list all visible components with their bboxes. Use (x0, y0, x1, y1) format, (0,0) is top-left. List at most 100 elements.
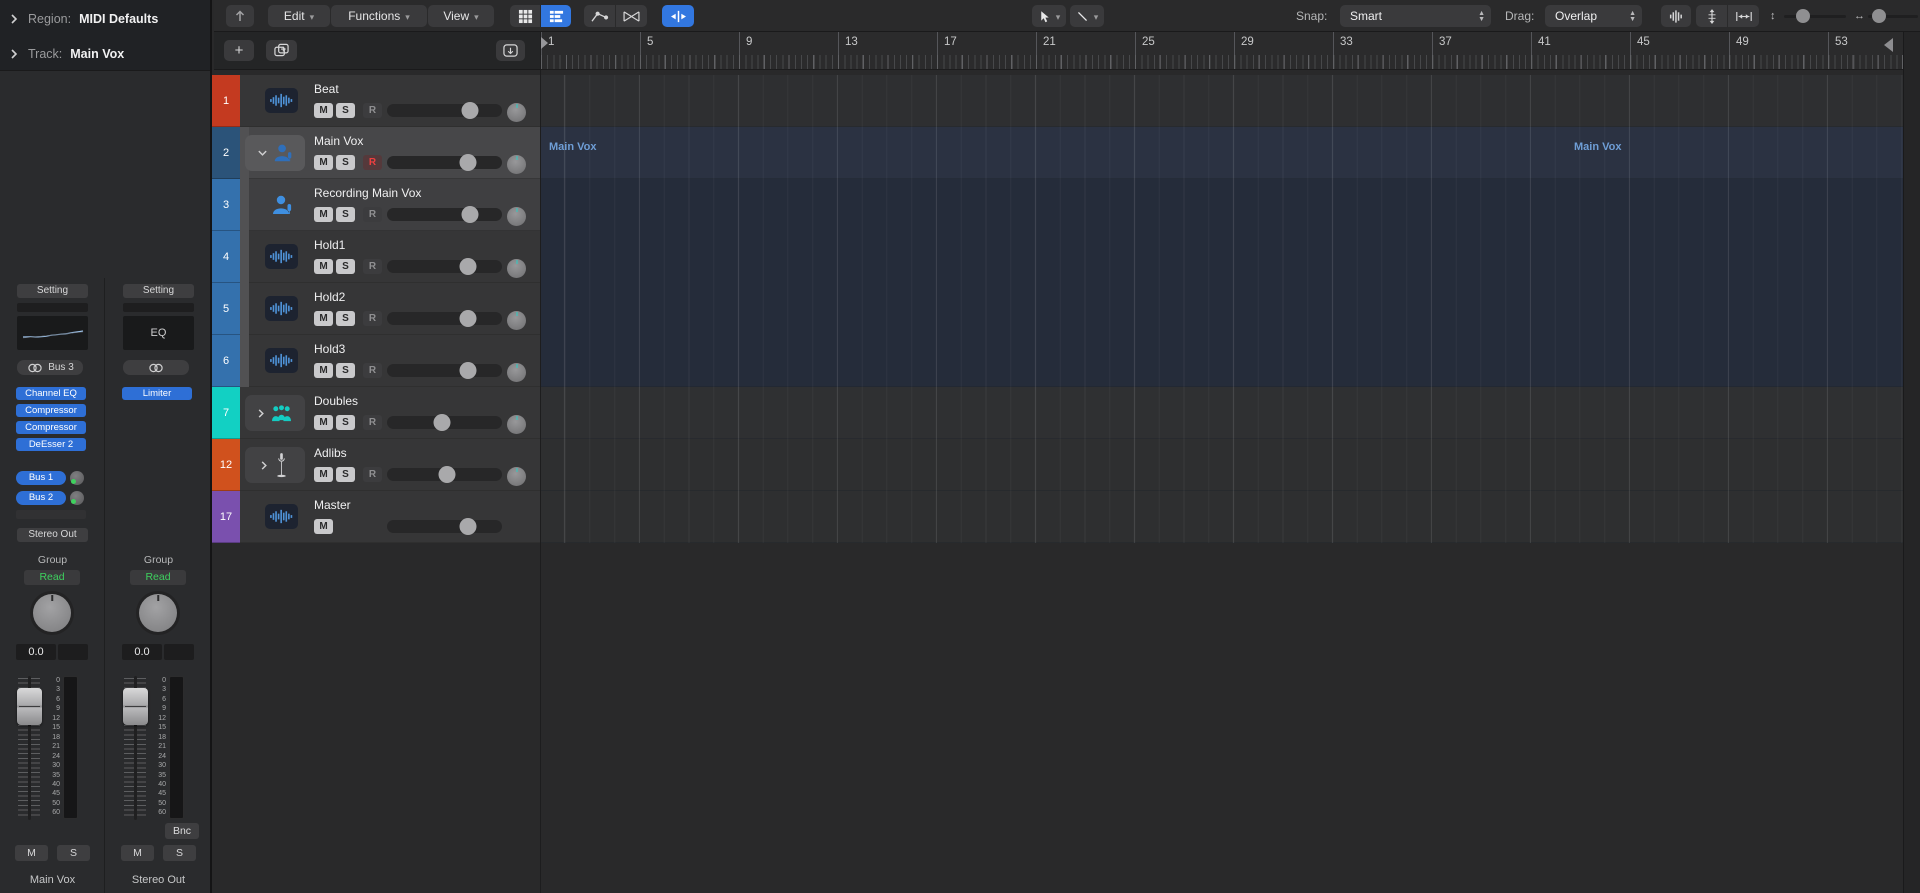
slider-thumb[interactable] (459, 258, 476, 275)
record-enable-button[interactable]: R (363, 467, 382, 482)
slider-thumb[interactable] (433, 414, 451, 431)
pan-knob[interactable] (139, 594, 177, 632)
track-header-config-button[interactable] (496, 40, 525, 61)
solo-button[interactable]: S (336, 311, 355, 326)
slider-thumb[interactable] (461, 206, 479, 223)
automation-button[interactable] (584, 5, 615, 27)
pointer-tool-button[interactable]: ▾ (1032, 5, 1066, 27)
track-name[interactable]: Adlibs (314, 446, 347, 460)
mute-button[interactable]: M (314, 311, 333, 326)
snap-dropdown[interactable]: Smart ▲ ▼ (1340, 5, 1491, 27)
track-pan-knob[interactable] (507, 259, 526, 278)
record-enable-button[interactable]: R (363, 311, 382, 326)
view-menu-button[interactable]: View ▾ (428, 5, 494, 27)
solo-button[interactable]: S (336, 155, 355, 170)
solo-button[interactable]: S (336, 467, 355, 482)
eq-thumbnail[interactable] (17, 316, 88, 350)
send-slot[interactable]: Bus 2 (16, 491, 66, 505)
track-header-doubles[interactable]: 7 Doubles M S R (212, 387, 540, 439)
send-level-knob[interactable] (70, 491, 84, 505)
send-level-knob[interactable] (70, 471, 84, 485)
lane-beat[interactable] (541, 75, 1903, 127)
mute-button[interactable]: M (314, 415, 333, 430)
slider-thumb[interactable] (459, 362, 476, 379)
mute-button[interactable]: M (314, 467, 333, 482)
horizontal-auto-zoom-button[interactable] (1728, 5, 1759, 27)
track-name[interactable]: Hold3 (314, 342, 345, 356)
vertical-scrollbar-track[interactable] (1903, 32, 1920, 893)
volume-value[interactable]: 0.0 (16, 644, 56, 660)
mute-button[interactable]: M (314, 103, 333, 118)
solo-button[interactable]: S (336, 415, 355, 430)
input-button[interactable]: Bus 3 (17, 360, 83, 375)
solo-button[interactable]: S (163, 845, 196, 861)
mute-button[interactable]: M (314, 519, 333, 534)
automation-mode-button[interactable]: Read (130, 570, 186, 585)
pan-knob[interactable] (33, 594, 71, 632)
track-volume-slider[interactable] (387, 102, 502, 119)
output-button[interactable]: Stereo Out (17, 528, 88, 542)
group-label[interactable]: Group (106, 554, 211, 566)
track-name[interactable]: Master (314, 498, 351, 512)
record-enable-button[interactable]: R (363, 155, 382, 170)
record-enable-button[interactable]: R (363, 103, 382, 118)
disclosure-chevron-right-icon[interactable] (260, 460, 268, 471)
playhead-marker[interactable] (541, 37, 548, 49)
send-slot[interactable]: Bus 1 (16, 471, 66, 485)
plugin-slot[interactable]: Channel EQ (16, 387, 86, 400)
slider-thumb[interactable] (461, 102, 479, 119)
edit-menu-button[interactable]: Edit ▾ (268, 5, 330, 27)
region-main-vox-1[interactable]: Main Vox (549, 141, 596, 153)
grid-view-button[interactable] (510, 5, 540, 27)
volume-fader[interactable] (123, 688, 148, 725)
track-volume-slider[interactable] (387, 414, 502, 431)
add-track-button[interactable]: + (224, 40, 254, 61)
track-pan-knob[interactable] (507, 311, 526, 330)
lane-main-vox[interactable] (541, 127, 1903, 179)
track-icon-box[interactable] (245, 447, 305, 483)
track-volume-slider[interactable] (387, 154, 502, 171)
plugin-slot[interactable]: DeEsser 2 (16, 438, 86, 451)
project-end-marker[interactable] (1884, 38, 1893, 52)
track-number[interactable]: 12 (212, 439, 240, 491)
mute-button[interactable]: M (314, 207, 333, 222)
track-name[interactable]: Main Vox (314, 134, 363, 148)
mute-button[interactable]: M (314, 155, 333, 170)
volume-value[interactable]: 0.0 (122, 644, 162, 660)
lane-main-vox-subtracks[interactable] (541, 179, 1903, 387)
track-number[interactable]: 4 (212, 231, 240, 283)
track-header-adlibs[interactable]: 12 Adlibs M S R (212, 439, 540, 491)
plugin-slot[interactable]: Limiter (122, 387, 192, 400)
track-volume-slider[interactable] (387, 362, 502, 379)
solo-button[interactable]: S (336, 363, 355, 378)
track-name[interactable]: Hold1 (314, 238, 345, 252)
track-pan-knob[interactable] (507, 467, 526, 486)
vertical-zoom-slider[interactable]: ↕ (1770, 9, 1846, 23)
slider-thumb[interactable] (459, 154, 476, 171)
track-header-hold2[interactable]: 5 Hold2 M S R (212, 283, 540, 335)
region-main-vox-2[interactable]: Main Vox (1574, 141, 1621, 153)
track-icon-box[interactable] (245, 135, 305, 171)
record-enable-button[interactable]: R (363, 259, 382, 274)
bounce-button[interactable]: Bnc (165, 823, 199, 839)
functions-menu-button[interactable]: Functions ▾ (331, 5, 427, 27)
lane-doubles[interactable] (541, 387, 1903, 439)
track-name[interactable]: Beat (314, 82, 339, 96)
track-name[interactable]: Hold2 (314, 290, 345, 304)
track-number[interactable]: 3 (212, 179, 240, 231)
solo-button[interactable]: S (336, 103, 355, 118)
arrange-area[interactable]: Main Vox Main Vox (540, 70, 1903, 893)
plugin-slot[interactable]: Compressor (16, 421, 86, 434)
track-number[interactable]: 5 (212, 283, 240, 335)
eq-thumbnail[interactable]: EQ (123, 316, 194, 350)
track-pan-knob[interactable] (507, 155, 526, 174)
mute-button[interactable]: M (314, 259, 333, 274)
crossfade-button[interactable] (616, 5, 647, 27)
solo-button[interactable]: S (336, 207, 355, 222)
lane-master[interactable] (541, 491, 1903, 543)
track-number[interactable]: 1 (212, 75, 240, 127)
vertical-auto-zoom-button[interactable] (1696, 5, 1727, 27)
lane-adlibs[interactable] (541, 439, 1903, 491)
slider-thumb[interactable] (459, 310, 476, 327)
track-header-beat[interactable]: 1 Beat M S R (212, 75, 540, 127)
